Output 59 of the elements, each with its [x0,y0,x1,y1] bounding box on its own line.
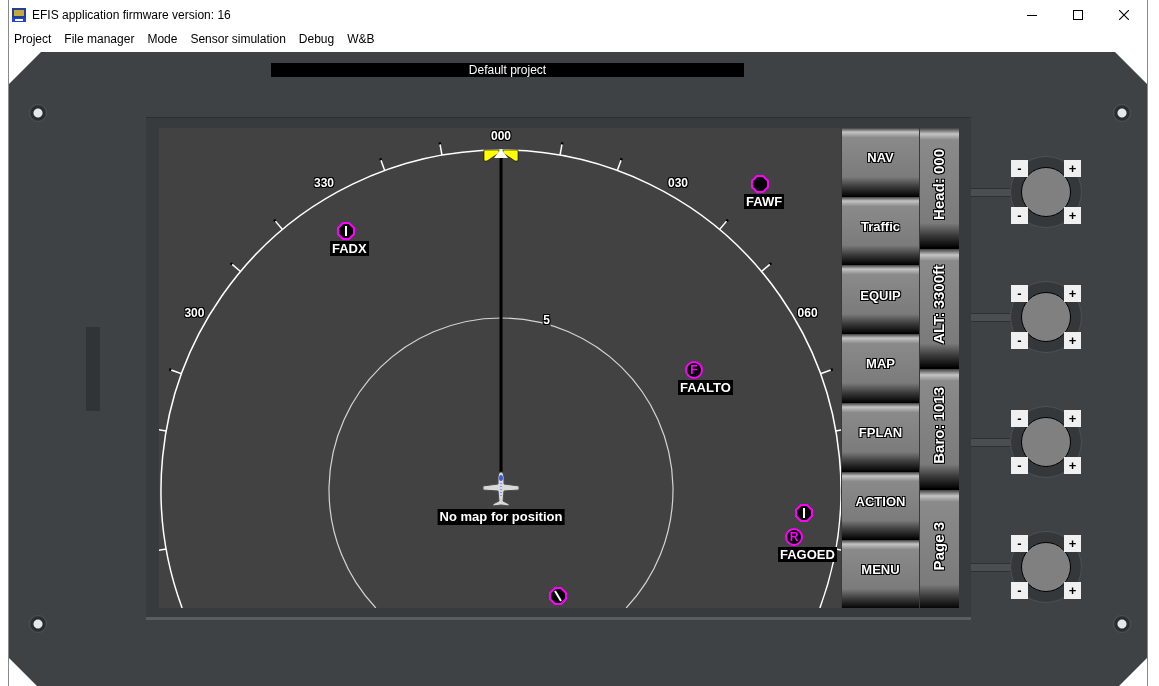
computer-icon [11,7,27,23]
compass-label: 060 [797,306,818,320]
decrement-button[interactable]: - [1011,535,1028,552]
window-title: EFIS application firmware version: 16 [32,7,231,24]
increment-button[interactable]: + [1064,332,1081,349]
decrement-button[interactable]: - [1011,332,1028,349]
screw-icon [1113,615,1131,633]
decrement-button[interactable]: - [1011,207,1028,224]
knob-function-label: ALT: 3300ft [920,248,959,367]
project-title-bar: Default project [271,63,744,77]
menu-item[interactable]: Debug [298,31,335,47]
soft-key[interactable]: MENU [842,540,919,609]
waypoint-marker: F [685,361,703,379]
waypoint-label: FAGOED [778,547,837,562]
waypoint-label: FADX [330,241,369,256]
decrement-button[interactable]: - [1011,285,1028,302]
menu-item[interactable]: Sensor simulation [190,31,286,47]
heading-bug-icon [483,149,519,162]
waypoint-label: FAALTO [678,380,733,395]
compass-label: 000 [491,129,511,143]
waypoint-marker: R [785,528,803,546]
decrement-button[interactable]: - [1011,457,1028,474]
increment-button[interactable]: + [1064,457,1081,474]
menu-item[interactable]: Project [14,31,52,47]
soft-key[interactable]: MAP [842,334,919,402]
close-icon [1119,10,1129,20]
increment-button[interactable]: + [1064,582,1081,599]
increment-button[interactable]: + [1064,535,1081,552]
range-label: 5 [542,313,551,327]
waypoint-label: FAWF [744,194,785,209]
soft-key[interactable]: NAV [842,128,919,196]
airplane-icon [481,471,521,509]
minimize-icon [1027,14,1037,16]
increment-button[interactable]: + [1064,285,1081,302]
decrement-button[interactable]: - [1011,160,1028,177]
compass-label: 300 [184,306,205,320]
increment-button[interactable]: + [1064,160,1081,177]
increment-button[interactable]: + [1064,207,1081,224]
knob-function-label: Baro: 1013 [920,369,959,488]
screw-icon [29,104,47,122]
screw-icon [1113,104,1131,122]
decrement-button[interactable]: - [1011,582,1028,599]
knob-function-label: Head: 000 [920,128,959,247]
knob-function-label: Page 3 [920,489,959,608]
compass-label: 330 [314,176,334,191]
soft-key[interactable]: FPLAN [842,402,919,471]
menu-item[interactable]: Mode [147,31,178,47]
soft-key[interactable]: Traffic [842,196,919,265]
menu-item[interactable]: File manager [64,31,135,47]
increment-button[interactable]: + [1064,410,1081,427]
map-message: No map for position [437,509,565,525]
compass-label: 030 [668,176,688,191]
menu-item[interactable]: W&B [347,31,375,47]
soft-key[interactable]: EQUIP [842,265,919,334]
decrement-button[interactable]: - [1011,410,1028,427]
maximize-icon [1073,10,1083,20]
waypoint-marker-icon [751,175,769,193]
screw-icon [29,615,47,633]
soft-key[interactable]: ACTION [842,471,919,540]
